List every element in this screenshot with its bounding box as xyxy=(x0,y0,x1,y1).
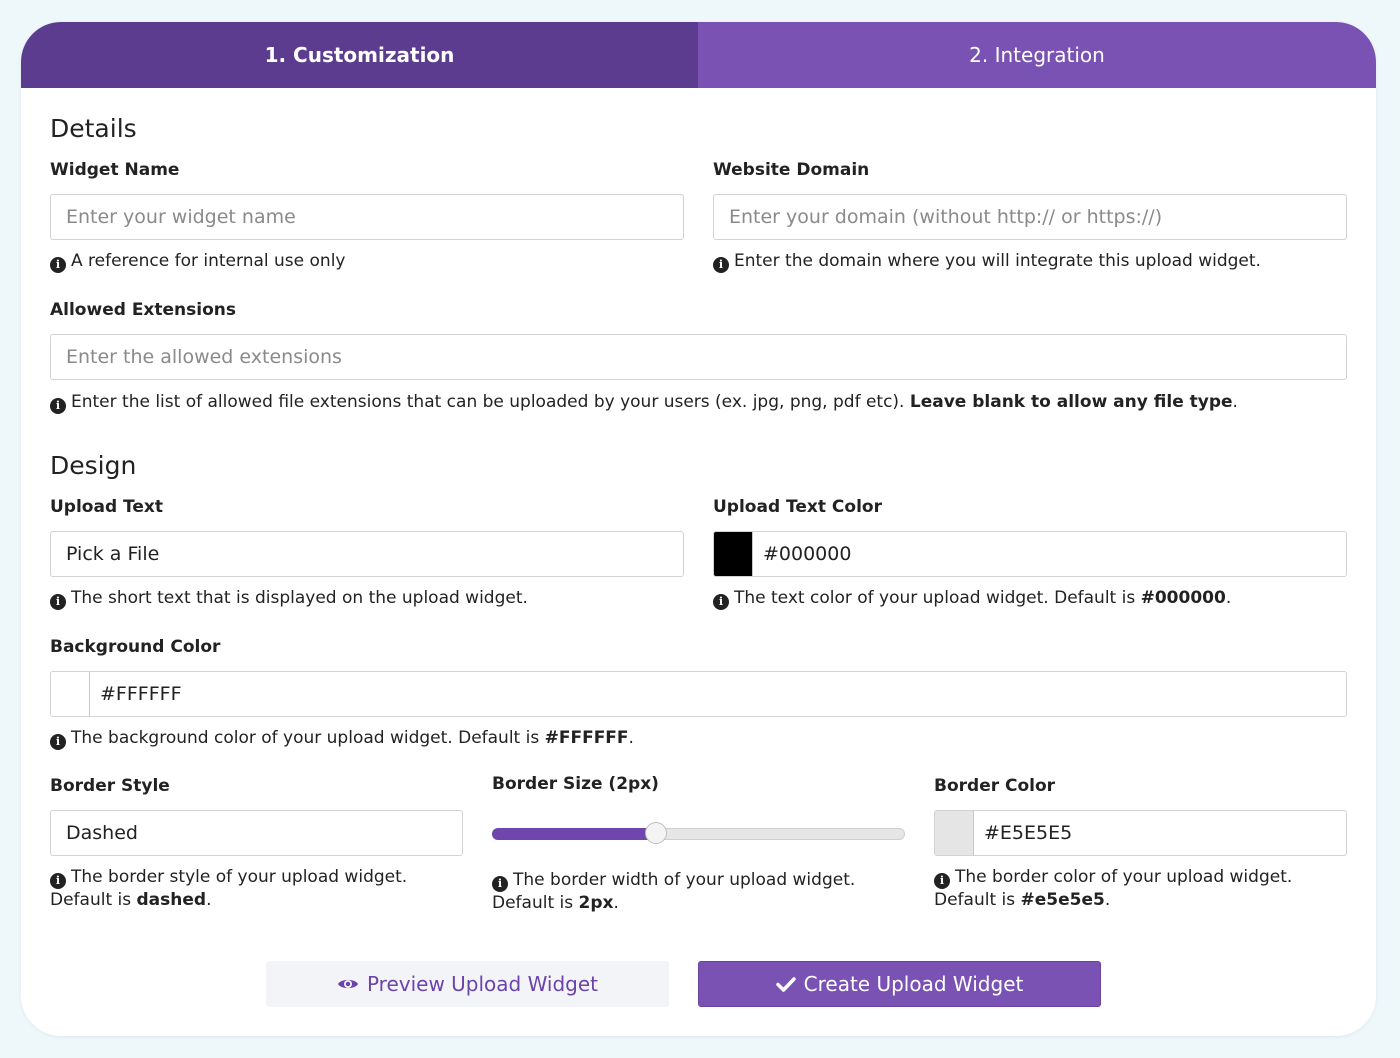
widget-name-input[interactable] xyxy=(50,194,684,240)
upload-text-color-label: Upload Text Color xyxy=(713,497,882,517)
info-icon: i xyxy=(50,594,66,610)
upload-text-help: i The short text that is displayed on the… xyxy=(50,587,528,610)
border-size-slider[interactable] xyxy=(492,822,905,844)
website-domain-label: Website Domain xyxy=(713,160,870,180)
details-section-title: Details xyxy=(50,114,137,143)
info-icon: i xyxy=(50,734,66,750)
step-tabs: 1. Customization 2. Integration xyxy=(21,22,1376,88)
info-icon: i xyxy=(50,398,66,414)
widget-name-help: iA reference for internal use only xyxy=(50,250,345,273)
background-color-input[interactable] xyxy=(90,672,1346,716)
allowed-extensions-input[interactable] xyxy=(50,334,1347,380)
tab-customization[interactable]: 1. Customization xyxy=(21,22,698,88)
border-color-label: Border Color xyxy=(934,776,1056,796)
background-color-swatch[interactable] xyxy=(51,672,90,716)
widget-name-label: Widget Name xyxy=(50,160,180,180)
upload-text-color-input[interactable] xyxy=(753,532,1346,576)
allowed-extensions-label: Allowed Extensions xyxy=(50,300,236,320)
border-color-field xyxy=(934,810,1347,856)
border-color-input[interactable] xyxy=(974,811,1346,855)
widget-form-card: 1. Customization 2. Integration Details … xyxy=(21,22,1376,1036)
background-color-label: Background Color xyxy=(50,637,221,657)
border-size-label: Border Size (2px) xyxy=(492,774,659,794)
background-color-help: i The background color of your upload wid… xyxy=(50,727,634,750)
upload-text-color-help: i The text color of your upload widget. D… xyxy=(713,587,1231,610)
design-section-title: Design xyxy=(50,451,137,480)
background-color-field xyxy=(50,671,1347,717)
slider-fill xyxy=(492,828,656,840)
website-domain-help: i Enter the domain where you will integra… xyxy=(713,250,1261,273)
create-upload-widget-button[interactable]: Create Upload Widget xyxy=(698,961,1101,1007)
upload-text-color-swatch[interactable] xyxy=(714,532,753,576)
border-style-input[interactable] xyxy=(50,810,463,856)
check-icon xyxy=(775,977,796,992)
tab-integration[interactable]: 2. Integration xyxy=(698,22,1376,88)
info-icon: i xyxy=(713,257,729,273)
preview-upload-widget-button[interactable]: Preview Upload Widget xyxy=(266,961,669,1007)
eye-icon xyxy=(337,979,358,989)
upload-text-input[interactable] xyxy=(50,531,684,577)
border-style-help: i The border style of your upload widget.… xyxy=(50,867,408,910)
upload-text-label: Upload Text xyxy=(50,497,163,517)
border-style-label: Border Style xyxy=(50,776,170,796)
border-size-help: i The border width of your upload widget.… xyxy=(492,870,856,913)
info-icon: i xyxy=(934,873,950,889)
border-color-help: i The border color of your upload widget.… xyxy=(934,867,1293,910)
info-icon: i xyxy=(713,594,729,610)
info-icon: i xyxy=(50,873,66,889)
info-icon: i xyxy=(492,876,508,892)
allowed-extensions-help: i Enter the list of allowed file extensio… xyxy=(50,391,1238,414)
info-icon: i xyxy=(50,257,66,273)
slider-thumb[interactable] xyxy=(645,822,667,844)
upload-text-color-field xyxy=(713,531,1347,577)
website-domain-input[interactable] xyxy=(713,194,1347,240)
border-color-swatch[interactable] xyxy=(935,811,974,855)
